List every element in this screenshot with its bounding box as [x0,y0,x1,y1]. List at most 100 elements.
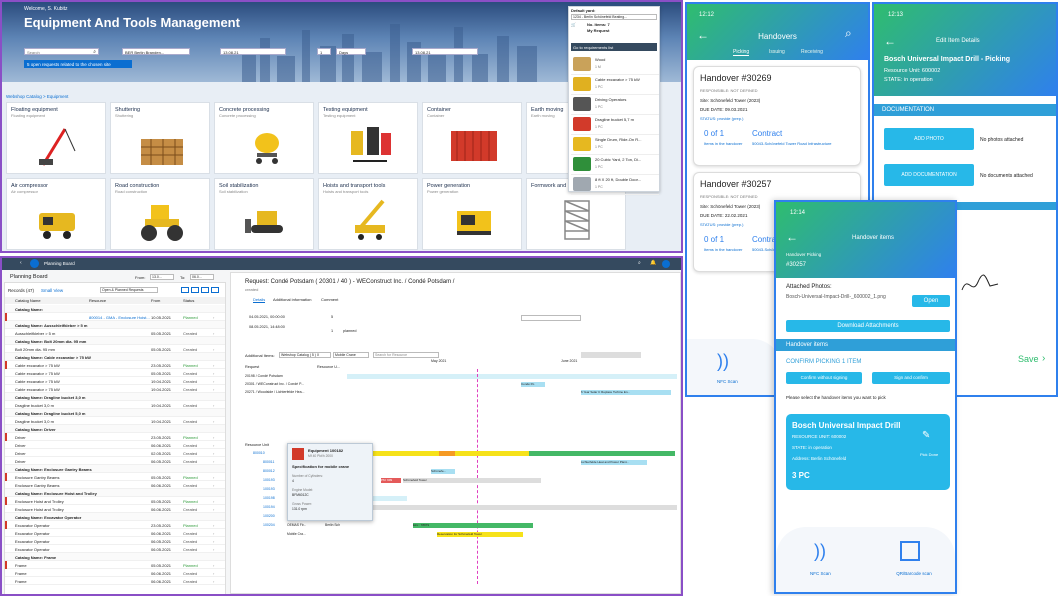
gantt-bar[interactable]: Condé Po [521,382,545,387]
tile-power-generation[interactable]: Power generation Power generation [422,178,522,250]
expand-icon[interactable] [211,287,219,293]
group-header-row[interactable]: Catalog Name: Bolt 20mm dia. 95 mm [5,337,225,345]
view-switch[interactable]: Small View [41,288,63,293]
nfc-icon[interactable]: )) [814,541,826,562]
resource-search-input[interactable]: Search for Resource [373,352,439,358]
chevron-right-icon[interactable]: › [213,331,214,336]
tile-testing-equipment[interactable]: Testing equipment Testing equipment [318,102,418,174]
gantt-bar[interactable] [347,451,529,456]
tile-air-compressor[interactable]: Air compressor Air compressor [6,178,106,250]
open-button[interactable]: Open [912,295,950,307]
save-button[interactable]: Save [1018,354,1039,364]
date-to-input[interactable]: 13.08.21 [412,48,478,55]
chevron-right-icon[interactable]: › [213,371,214,376]
days-input[interactable]: 1 [317,48,331,55]
catalog-chip[interactable]: Webshop Catalog ( 5 ) X [279,352,331,358]
resource-unit-row[interactable]: 100193 [263,478,275,482]
gantt-bar[interactable]: Einr.: 78979 [413,523,533,528]
group-header-row[interactable]: Catalog Name: Excavator Operator [5,513,225,521]
tab-comment[interactable]: Comment [321,297,338,302]
group-header-row[interactable]: Catalog Name: Ausschleifkleber > 5 m [5,321,225,329]
chevron-right-icon[interactable]: › [213,571,214,576]
download-attachments-button[interactable]: Download Attachments [786,320,950,332]
sign-and-confirm-button[interactable]: Sign and confirm [872,372,950,384]
request-list-item[interactable]: 20 Cubic Yard, 2 Ton, Di... 1 PC [571,155,659,175]
table-row[interactable]: Driver 06.06.2021 Created › [5,441,225,449]
settings-icon[interactable] [181,287,189,293]
pen-icon[interactable]: ✎ [922,430,930,441]
resource-unit-row[interactable]: 100198 [263,496,275,500]
chevron-right-icon[interactable]: › [213,483,214,488]
gantt-bar[interactable]: 6 Year Solar C Replace Turbine En... [581,390,671,395]
table-row[interactable]: Cable excavator > 75 kW 19.04.2021 Created… [5,377,225,385]
table-row[interactable]: Driver 23.05.2021 Planned › [5,433,225,441]
back-arrow-icon[interactable]: ← [786,230,798,244]
chevron-right-icon[interactable]: › [213,531,214,536]
gantt-bar[interactable]: Schönefe... [431,469,455,474]
group-header-row[interactable]: Catalog Name: Enclosure Gantry Beams [5,465,225,473]
mobile-crane-chip[interactable]: Mobile Crane [333,352,369,358]
group-header-row[interactable]: Catalog Name: Dragline bucket 3,0 m [5,393,225,401]
chevron-right-icon[interactable]: › [213,419,214,424]
nfc-label[interactable]: NFC Scan [717,379,738,384]
table-row[interactable]: Cable excavator > 75 kW 05.05.2021 Created… [5,369,225,377]
add-documentation-button[interactable]: ADD DOCUMENTATION [884,164,974,186]
request-row[interactable]: 20198 / Condé Potsdam [245,374,283,378]
table-row[interactable]: Frame 06.06.2021 Created › [5,569,225,577]
qr-code-icon[interactable] [900,541,920,561]
chevron-right-icon[interactable]: › [213,523,214,528]
tab-picking[interactable]: Picking [733,49,750,56]
tile-soil-stabilization[interactable]: Soil stabilization Soil stabilization [214,178,314,250]
chevron-right-icon[interactable]: › [213,547,214,552]
tile-earth-moving[interactable]: Earth moving Earth moving [526,102,572,174]
resource-unit-row[interactable]: 800010 [253,451,265,455]
table-row[interactable]: Dragline bucket 3,0 m 19.04.2021 Created › [5,401,225,409]
sort-icon[interactable] [201,287,209,293]
table-row[interactable]: Excavator Operator 06.06.2021 Created › [5,529,225,537]
add-photo-button[interactable]: ADD PHOTO [884,128,974,150]
table-row[interactable]: Excavator Operator 06.05.2021 Created › [5,545,225,553]
table-row[interactable]: Ausschleifkleber > 5 m 05.05.2021 Created › [5,329,225,337]
table-row[interactable]: Excavator Operator 23.05.2021 Planned › [5,521,225,529]
confirm-without-signing-button[interactable]: Confirm without signing [786,372,862,384]
open-requests-banner[interactable]: 5 open requests related to the chosen si… [24,60,132,68]
gantt-bar[interactable] [529,451,675,456]
bell-icon[interactable]: 🔔 [650,260,656,266]
gantt-bar[interactable]: PM: 999 [381,478,401,483]
chevron-right-icon[interactable]: › [213,363,214,368]
resource-unit-row[interactable]: 100200 [263,514,275,518]
request-row[interactable]: 20301 / WEConstruct Inc. / Condé P... [245,382,304,386]
search-icon[interactable]: ⌕ [845,26,852,41]
nfc-icon[interactable]: )) [717,351,729,372]
chevron-right-icon[interactable]: › [213,499,214,504]
search-icon[interactable]: ⌕ [638,260,641,266]
default-yard-select[interactable]: 1234 - Berlin Schönefeld Beating... [571,14,657,20]
group-header-row[interactable]: Catalog Name: Cable excavator > 75 kW [5,353,225,361]
request-list-item[interactable]: Driving Operators 1 PC [571,95,659,115]
request-list-item[interactable]: Cable excavator > 75 kW 1 PC [571,75,659,95]
table-row[interactable]: Frame 06.06.2021 Created › [5,577,225,585]
back-icon[interactable]: ‹ [20,260,22,266]
table-row[interactable]: Cable excavator > 75 kW 19.04.2021 Created… [5,385,225,393]
avatar[interactable] [662,260,670,268]
table-row[interactable]: Cable excavator > 75 kW 23.05.2021 Planned… [5,361,225,369]
col-catalog-name[interactable]: Catalog Name [15,298,41,303]
group-header-row[interactable]: Catalog Name: Dragline bucket 5,0 m [5,409,225,417]
tab-issuing[interactable]: Issuing [769,49,785,55]
resource-unit-row[interactable]: 100204 [263,523,275,527]
chevron-right-icon[interactable]: › [213,563,214,568]
days-unit-select[interactable]: Days [336,48,366,55]
tile-shuttering[interactable]: Shuttering Shuttering [110,102,210,174]
gantt-bar[interactable]: Reservation for Schönefeld Tower [437,532,523,537]
col-status[interactable]: Status [183,298,194,303]
chevron-right-icon[interactable]: › [213,539,214,544]
gantt-bar[interactable] [347,505,677,510]
nfc-label[interactable]: NFC Scan [810,571,831,576]
chevron-right-icon[interactable]: › [213,459,214,464]
from-date-input[interactable]: 13.0... [150,274,174,280]
chevron-right-icon[interactable]: › [213,443,214,448]
request-list-item[interactable]: Single Drum, Ride-On R... 1 PC [571,135,659,155]
chevron-right-icon[interactable]: › [213,507,214,512]
resource-unit-row[interactable]: 100193 [263,487,275,491]
col-from[interactable]: From [151,298,160,303]
